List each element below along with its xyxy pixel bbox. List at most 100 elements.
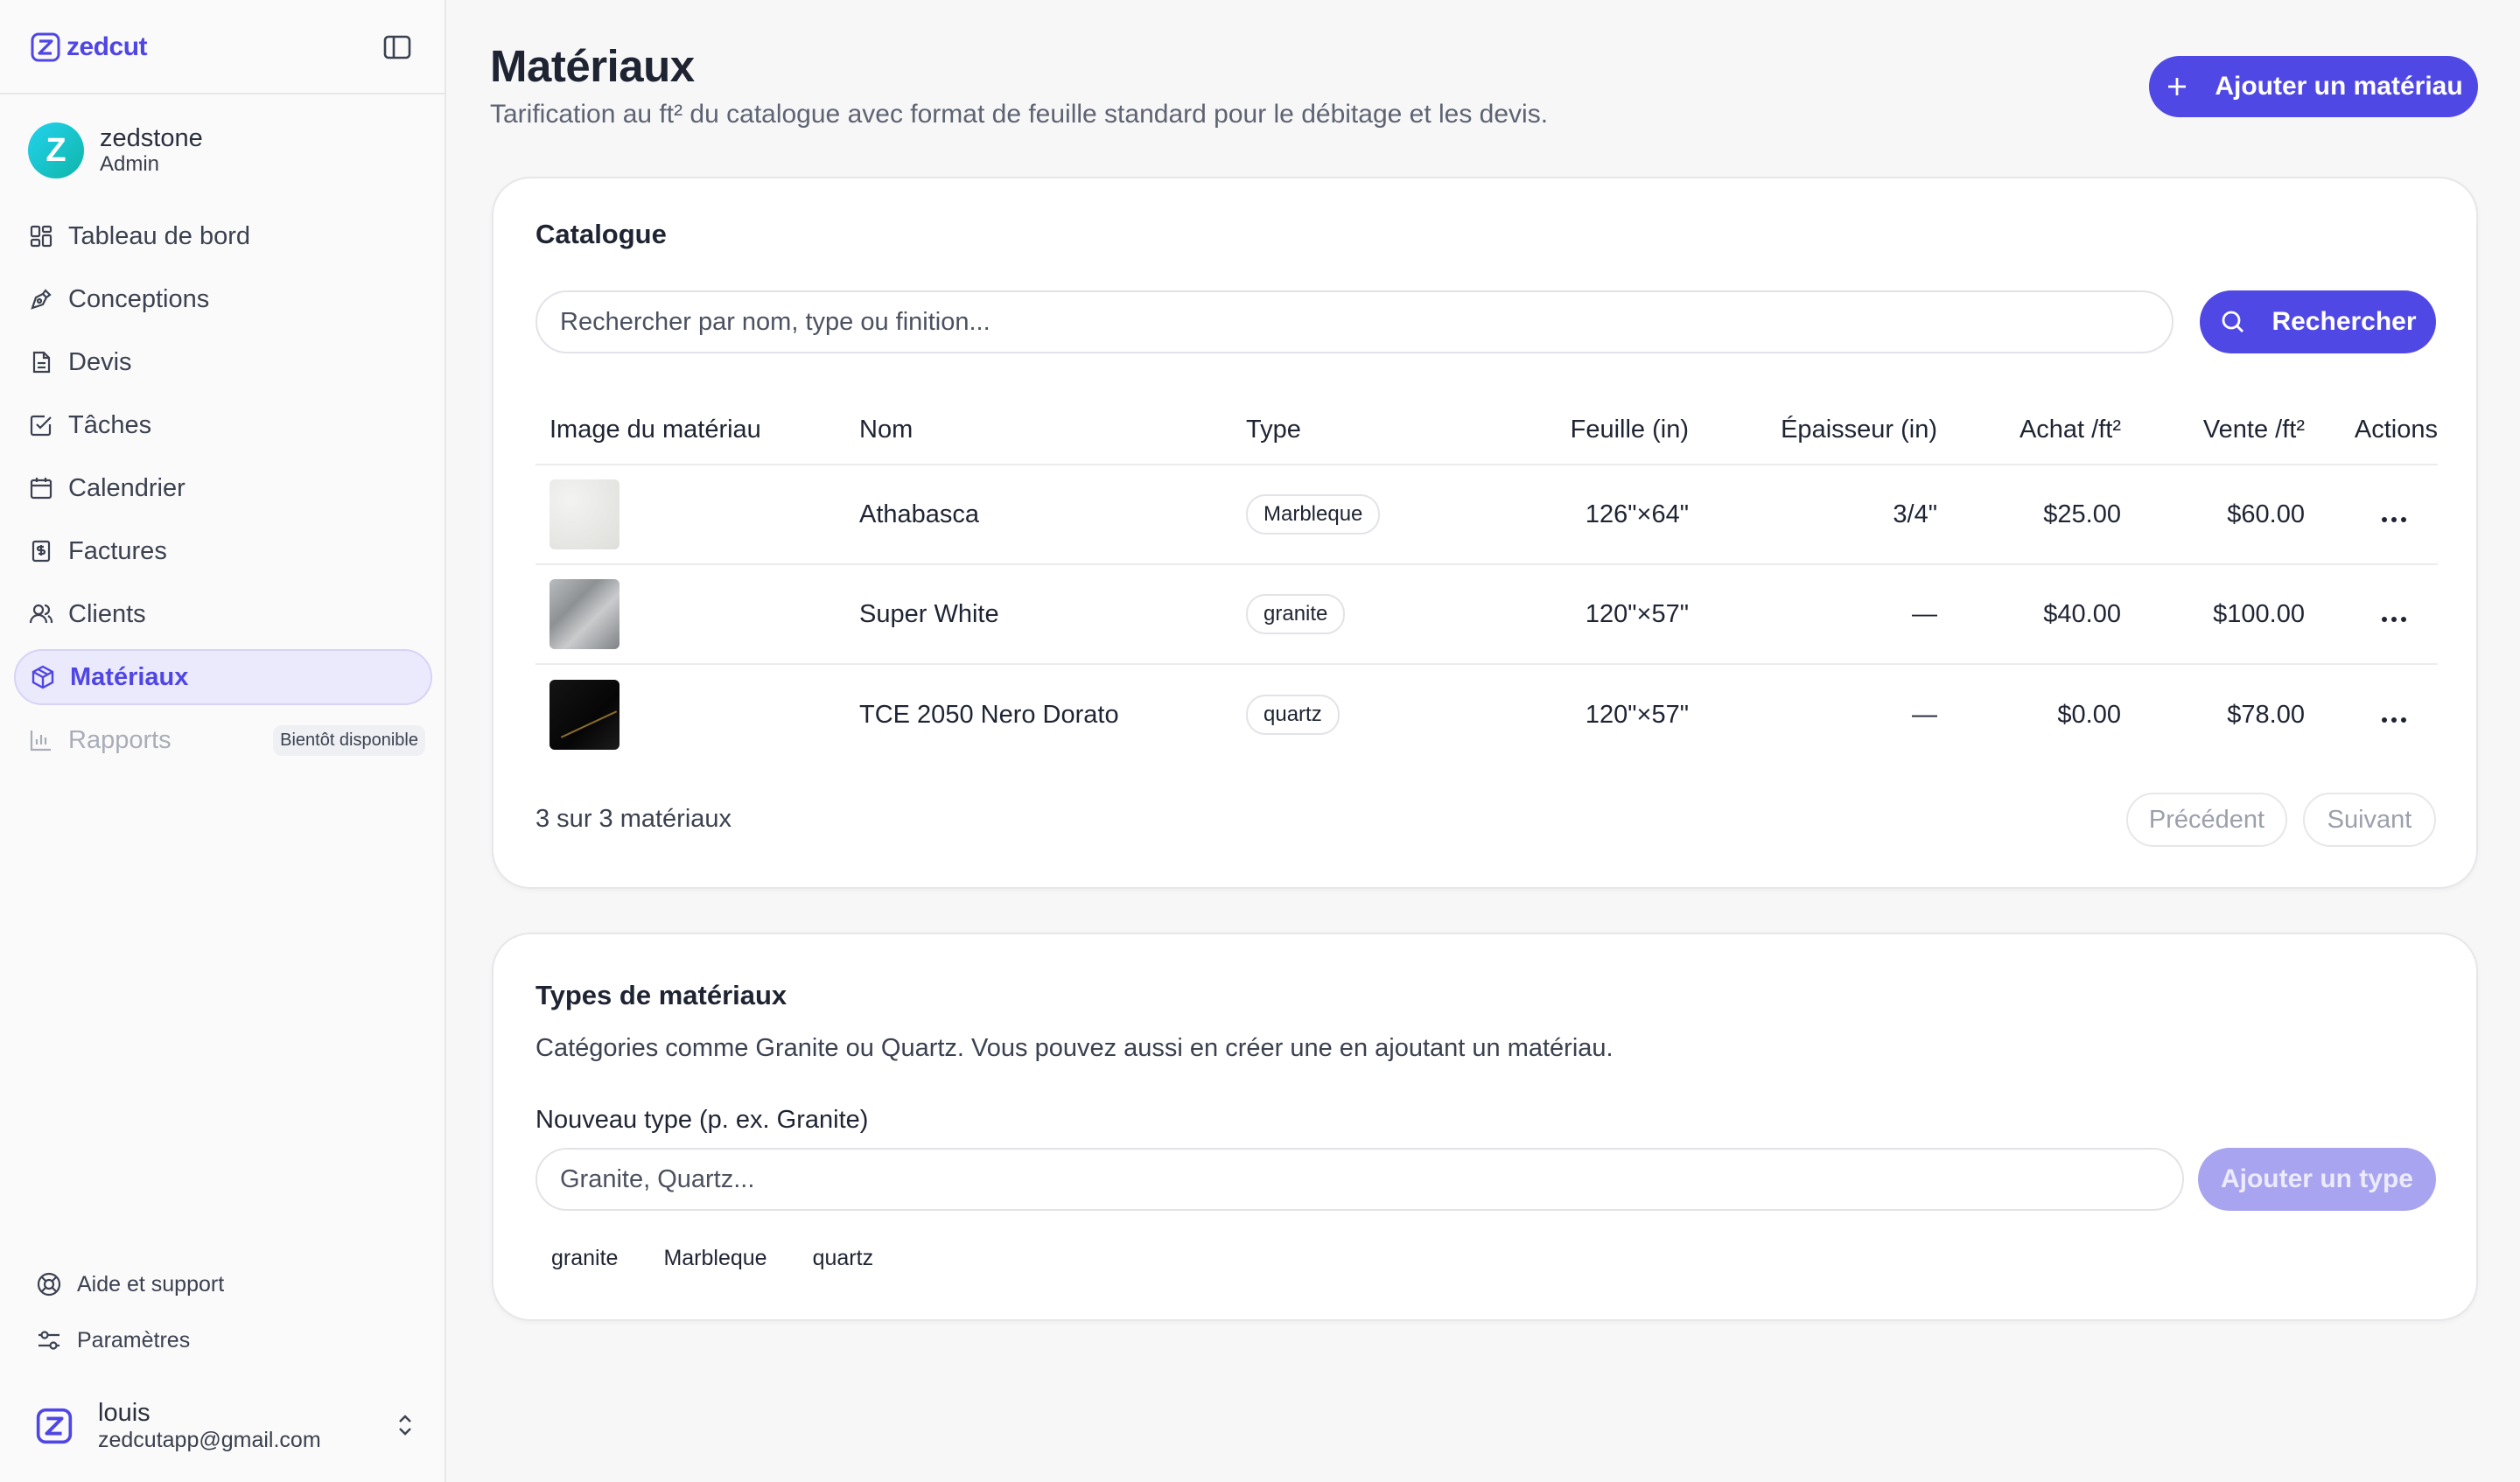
sidebar-item-materials[interactable]: Matériaux <box>14 649 432 705</box>
user-avatar-logo-icon <box>36 1408 73 1444</box>
previous-page-button[interactable]: Précédent <box>2126 793 2287 847</box>
table-row[interactable]: Athabasca Marbleque 126"×64" 3/4" $25.00… <box>536 465 2438 565</box>
material-thumbnail <box>550 479 620 549</box>
page-title: Matériaux <box>490 41 695 91</box>
thickness: 3/4" <box>1893 500 1937 528</box>
sidebar-footer-links: Aide et support Paramètres <box>35 1256 224 1368</box>
new-type-label: Nouveau type (p. ex. Granite) <box>536 1106 869 1134</box>
buy-price: $40.00 <box>2043 599 2121 628</box>
help-support-link[interactable]: Aide et support <box>35 1256 224 1312</box>
sidebar-item-label: Factures <box>68 536 167 565</box>
search-button[interactable]: Rechercher <box>2200 290 2436 353</box>
sidebar-item-invoices[interactable]: Factures <box>14 523 432 579</box>
sidebar-item-quotes[interactable]: Devis <box>14 334 432 390</box>
type-badge: Marbleque <box>1246 494 1381 535</box>
user-menu[interactable]: louis zedcutapp@gmail.com <box>35 1391 420 1461</box>
table-header: Image du matériau Nom Type Feuille (in) … <box>536 395 2438 465</box>
bar-chart-icon <box>30 731 51 751</box>
buy-price: $25.00 <box>2043 500 2121 528</box>
col-name: Nom <box>859 415 914 444</box>
sidebar-item-tasks[interactable]: Tâches <box>14 397 432 453</box>
catalog-card: Catalogue Rechercher Image du matériau N… <box>492 177 2478 889</box>
col-sheet: Feuille (in) <box>1570 415 1689 444</box>
sell-price: $60.00 <box>2227 500 2305 528</box>
document-icon <box>32 351 51 374</box>
sheet-size: 120"×57" <box>1585 700 1689 729</box>
sidebar-item-label: Tâches <box>68 410 152 439</box>
org-switcher[interactable]: Z zedstone Admin <box>28 122 203 178</box>
brand-logo[interactable]: zedcut <box>30 31 148 63</box>
table-row[interactable]: TCE 2050 Nero Dorato quartz 120"×57" — $… <box>536 665 2438 765</box>
material-name: Super White <box>859 599 999 628</box>
sidebar-item-calendar[interactable]: Calendrier <box>14 460 432 516</box>
calendar-icon <box>30 478 52 500</box>
zedcut-logo-icon <box>31 32 60 62</box>
add-type-button[interactable]: Ajouter un type <box>2198 1148 2436 1211</box>
next-page-button[interactable]: Suivant <box>2303 793 2436 847</box>
dashboard-icon <box>30 225 52 248</box>
table-row[interactable]: Super White granite 120"×57" — $40.00 $1… <box>536 565 2438 665</box>
search-icon <box>2222 311 2244 332</box>
org-name: zedstone <box>100 124 203 152</box>
types-description: Catégories comme Granite ou Quartz. Vous… <box>536 1034 1614 1062</box>
thickness: — <box>1912 700 1937 729</box>
sidebar-item-label: Devis <box>68 347 132 376</box>
more-actions-icon[interactable] <box>2382 516 2406 522</box>
sidebar-item-label: Calendrier <box>68 473 186 502</box>
type-chip[interactable]: quartz <box>797 1241 889 1276</box>
plus-icon <box>2168 78 2187 95</box>
types-title: Types de matériaux <box>536 980 788 1010</box>
buy-price: $0.00 <box>2057 700 2121 729</box>
user-name: louis <box>98 1399 150 1427</box>
col-type: Type <box>1246 415 1301 444</box>
chevrons-up-down-icon <box>399 1415 411 1436</box>
col-actions: Actions <box>2354 415 2438 444</box>
sidebar-header: zedcut <box>0 0 444 94</box>
org-avatar: Z <box>28 122 84 178</box>
sidebar-item-designs[interactable]: Conceptions <box>14 271 432 327</box>
material-types-card: Types de matériaux Catégories comme Gran… <box>492 933 2478 1321</box>
new-type-input[interactable] <box>536 1148 2184 1211</box>
sidebar-item-label: Matériaux <box>70 662 189 691</box>
sidebar-nav: Tableau de bord Conceptions Devis Tâches… <box>14 208 432 775</box>
type-list: granite Marbleque quartz <box>536 1241 903 1276</box>
col-sell-price: Vente /ft² <box>2202 415 2305 444</box>
sheet-size: 126"×64" <box>1585 500 1689 528</box>
search-button-label: Rechercher <box>2272 307 2417 336</box>
results-count: 3 sur 3 matériaux <box>536 805 732 833</box>
thickness: — <box>1912 599 1937 628</box>
sidebar-item-clients[interactable]: Clients <box>14 586 432 642</box>
sell-price: $78.00 <box>2227 700 2305 729</box>
sidebar-item-label: Clients <box>68 599 146 628</box>
sidebar-item-reports: Rapports Bientôt disponible <box>14 712 432 768</box>
materials-table: Image du matériau Nom Type Feuille (in) … <box>536 395 2438 765</box>
more-actions-icon[interactable] <box>2382 717 2406 723</box>
sheet-size: 120"×57" <box>1585 599 1689 628</box>
sidebar-item-label: Rapports <box>68 725 172 754</box>
add-material-button[interactable]: Ajouter un matériau <box>2149 56 2478 117</box>
sliders-icon <box>38 1331 60 1350</box>
material-thumbnail <box>550 680 620 750</box>
catalog-title: Catalogue <box>536 219 667 249</box>
material-thumbnail <box>550 579 620 649</box>
org-role: Admin <box>100 152 160 176</box>
type-chip[interactable]: Marbleque <box>648 1241 782 1276</box>
page-subtitle: Tarification au ft² du catalogue avec fo… <box>490 100 1549 129</box>
search-input[interactable] <box>536 290 2174 353</box>
sidebar-item-label: Conceptions <box>68 284 210 313</box>
type-chip[interactable]: granite <box>536 1241 634 1276</box>
box-icon <box>32 665 54 689</box>
settings-link[interactable]: Paramètres <box>35 1312 224 1368</box>
user-email: zedcutapp@gmail.com <box>98 1428 321 1452</box>
col-thickness: Épaisseur (in) <box>1781 415 1937 444</box>
sidebar-item-label: Tableau de bord <box>68 221 250 250</box>
pen-tool-icon <box>31 289 52 310</box>
material-name: TCE 2050 Nero Dorato <box>859 700 1119 729</box>
checkbox-icon <box>30 415 52 437</box>
more-actions-icon[interactable] <box>2382 616 2406 622</box>
settings-label: Paramètres <box>77 1327 191 1353</box>
material-name: Athabasca <box>859 500 980 528</box>
invoice-dollar-icon <box>32 540 51 563</box>
sidebar-item-dashboard[interactable]: Tableau de bord <box>14 208 432 264</box>
sidebar-toggle-icon[interactable] <box>382 31 413 63</box>
